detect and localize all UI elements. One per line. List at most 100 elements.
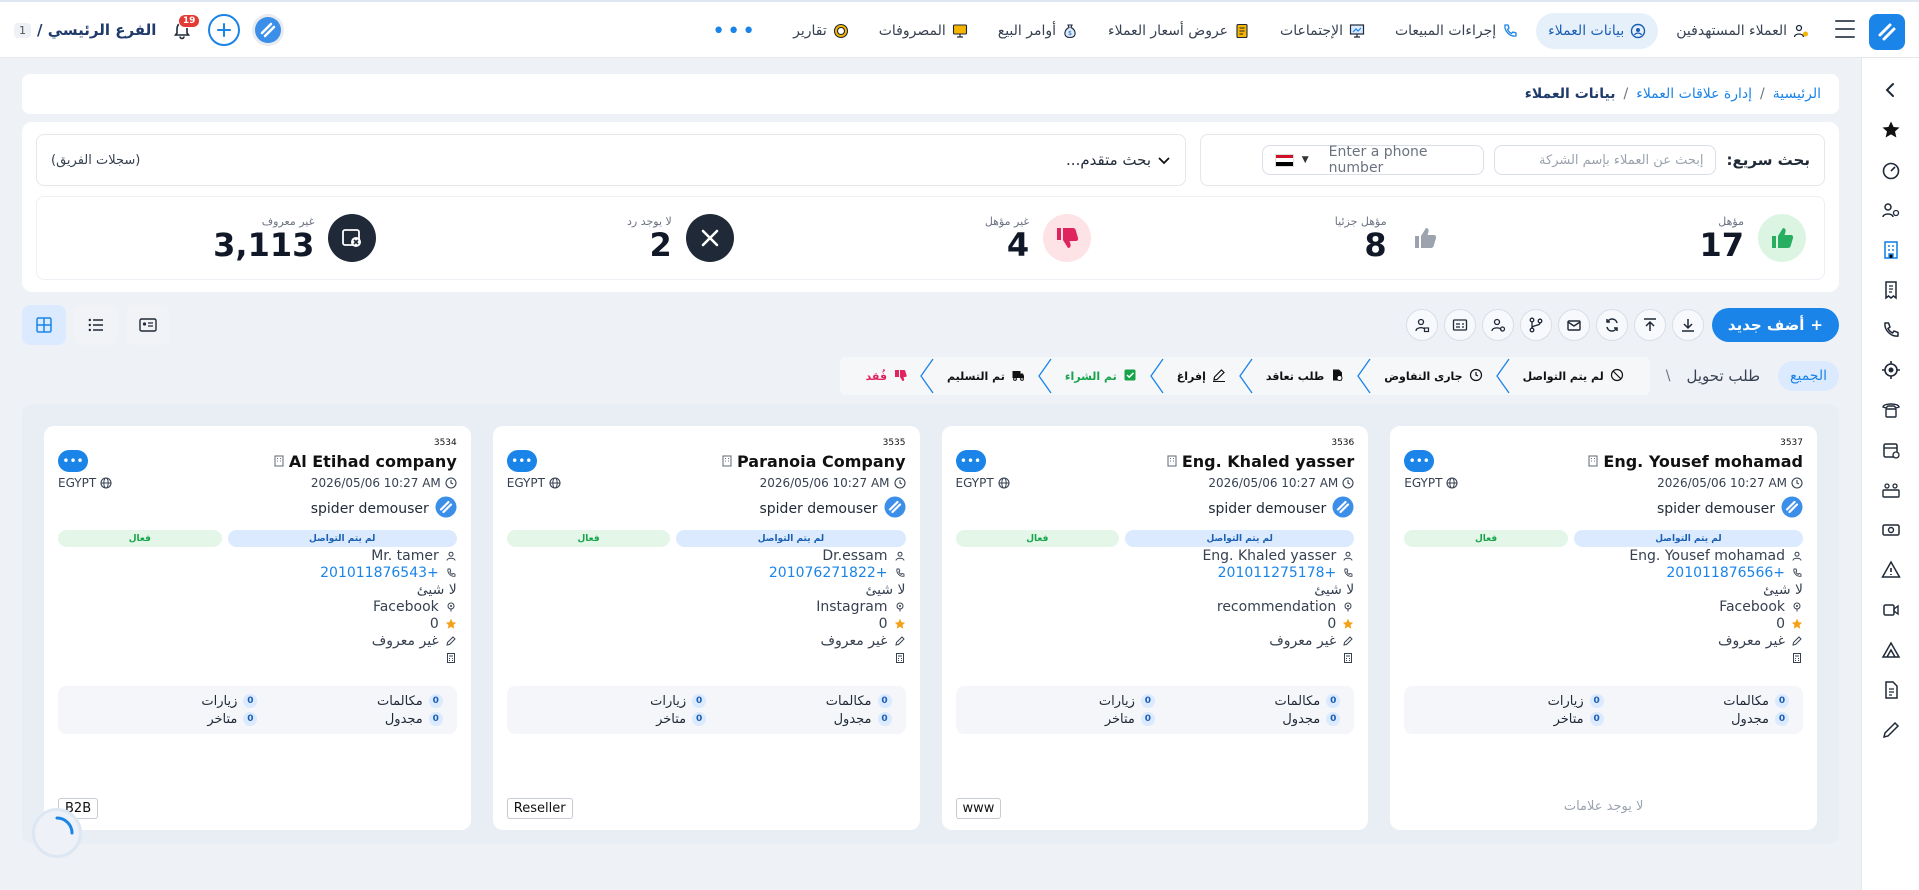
nav-item-2[interactable]: إجراءات المبيعات [1383,13,1530,49]
company-search-input[interactable]: إبحث عن العملاء بإسم الشركة [1494,145,1717,175]
id-card-button[interactable] [1443,309,1476,341]
stat-partially-qualified[interactable]: مؤهل جزئيا 8 [1109,197,1466,279]
stage-item-4[interactable]: تم الشراء [1053,368,1149,385]
nav-item-1[interactable]: بيانات العملاء [1536,13,1659,49]
invoice-icon[interactable] [1879,678,1903,702]
collapse-chevron-icon[interactable] [1879,78,1903,102]
app-logo-icon[interactable] [252,14,285,46]
grid-view-button[interactable] [22,305,66,345]
nav-item-0[interactable]: العملاء المستهدفين [1664,13,1821,49]
customer-card[interactable]: 3537 Eng. Yousef mohamad ••• EGYPT 2026/05/0… [1390,426,1817,830]
counter-visits[interactable]: 0 زيارات [72,692,258,710]
nav-item-4[interactable]: عروض أسعار العملاء [1096,13,1262,49]
stage-all-button[interactable]: الجميع [1778,361,1839,391]
stat-unknown[interactable]: غير معروف 3,113 [37,197,394,279]
conversion-request-label[interactable]: طلب تحويل [1686,367,1760,385]
notifications-button[interactable]: 19 [168,14,201,44]
breadcrumb-crm[interactable]: إدارة علاقات العملاء [1636,86,1752,102]
users-gear-icon[interactable] [1879,198,1903,222]
counter-visits[interactable]: 0 زيارات [1418,692,1604,710]
stage-item-1[interactable]: جارى التفاوض [1372,368,1494,385]
cash-icon[interactable] [1879,518,1903,542]
counter-calls[interactable]: 0 مكالمات [1155,692,1341,710]
video-icon[interactable] [1879,598,1903,622]
card-more-options-button[interactable]: ••• [1404,450,1435,472]
card-customer-name[interactable]: Eng. Yousef mohamad [1587,452,1803,471]
counter-calls[interactable]: 0 مكالمات [706,692,892,710]
stage-item-5[interactable]: تم التسليم [935,368,1037,385]
counter-visits[interactable]: 0 زيارات [521,692,707,710]
customer-card[interactable]: 3535 Paranoia Company ••• EGYPT 2026/05/06 1… [492,426,920,830]
card-customer-name[interactable]: Eng. Khaled yasser [1166,452,1354,471]
email-button[interactable] [1557,309,1590,341]
card-tag-chip[interactable]: Reseller [506,798,573,819]
stat-no-response[interactable]: لا يوجد رد 2 [394,197,751,279]
target-icon[interactable] [1879,358,1903,382]
breadcrumb-home[interactable]: الرئيسية [1773,86,1821,102]
counter-scheduled[interactable]: 0 مجدول [1155,710,1341,728]
counter-scheduled[interactable]: 0 مجدول [257,710,443,728]
stage-item-6[interactable]: فُقد [854,368,919,385]
nav-item-6[interactable]: المصروفات [867,13,980,49]
card-phone-link[interactable]: +201011876566 [1404,565,1803,581]
card-tag-chip[interactable]: www [955,798,1002,819]
telephone-icon[interactable] [1879,398,1903,422]
dashboard-gauge-icon[interactable] [1879,158,1903,182]
card-customer-name[interactable]: Al Etihad company [273,452,457,471]
user-settings-button[interactable] [1481,309,1514,341]
card-more-options-button[interactable]: ••• [506,450,537,472]
team-records-label[interactable]: (سجلات الفريق) [51,153,140,168]
card-more-options-button[interactable]: ••• [58,450,88,472]
counter-calls[interactable]: 0 مكالمات [257,692,443,710]
counter-late[interactable]: 0 متاخر [970,710,1155,728]
calendar-add-icon[interactable] [1879,438,1903,462]
customer-card[interactable]: 3534 Al Etihad company ••• EGYPT 2026/05/06 … [44,426,471,830]
stat-qualified[interactable]: مؤهل 17 [1467,197,1824,279]
tent-icon[interactable] [1879,638,1903,662]
phone-call-icon[interactable] [1879,318,1903,342]
counter-late[interactable]: 0 متاخر [1418,710,1604,728]
nav-item-7[interactable]: تقارير [781,13,861,49]
stat-unqualified[interactable]: غير مؤهل 4 [752,197,1109,279]
phone-search-input[interactable]: ▼ Enter a phone number [1262,144,1485,176]
more-menu-button[interactable]: ••• [704,19,765,44]
counter-late[interactable]: 0 متاخر [72,710,258,728]
counter-scheduled[interactable]: 0 مجدول [1604,710,1789,728]
card-more-options-button[interactable]: ••• [955,450,986,472]
country-dropdown-icon[interactable]: ▼ [1302,155,1309,165]
card-phone-link[interactable]: +201011876543 [58,565,457,581]
brand-logo[interactable] [1869,14,1905,50]
card-phone-link[interactable]: +201076271822 [507,565,906,581]
advanced-search-toggle[interactable]: بحث متقدم... [1066,151,1171,169]
counter-visits[interactable]: 0 زيارات [970,692,1155,710]
quick-add-button[interactable] [208,14,241,46]
stage-item-3[interactable]: إفراغ [1165,368,1238,385]
team-icon[interactable] [1879,478,1903,502]
branch-assign-button[interactable] [1519,309,1552,341]
branch-selector[interactable]: الفرع الرئيسي / 1 [14,21,156,39]
counter-late[interactable]: 0 متاخر [521,710,707,728]
card-view-button[interactable] [126,305,170,345]
sign-pen-icon[interactable] [1879,718,1903,742]
stage-item-2[interactable]: طلب تعاقد [1254,368,1356,385]
card-customer-name[interactable]: Paranoia Company [721,452,906,471]
menu-toggle-icon[interactable] [1835,20,1855,38]
nav-item-3[interactable]: الإجتماعات [1268,13,1377,49]
warning-icon[interactable] [1879,558,1903,582]
receipt-icon[interactable] [1879,278,1903,302]
counter-calls[interactable]: 0 مكالمات [1604,692,1789,710]
add-new-button[interactable]: + أضف جديد [1711,308,1839,342]
building-icon[interactable] [1879,238,1903,262]
list-view-button[interactable] [74,305,118,345]
star-icon[interactable] [1879,118,1903,142]
card-phone-link[interactable]: +201011275178 [956,565,1355,581]
egypt-flag-icon[interactable] [1275,153,1294,167]
nav-item-5[interactable]: $ أوامر البيع [986,13,1090,49]
user-lock-button[interactable] [1405,309,1438,341]
upload-button[interactable] [1633,309,1666,341]
stage-item-0[interactable]: لم يتم التواصل [1511,368,1636,385]
sync-button[interactable] [1595,309,1628,341]
customer-card[interactable]: 3536 Eng. Khaled yasser ••• EGYPT 2026/05/06… [941,426,1369,830]
counter-scheduled[interactable]: 0 مجدول [706,710,892,728]
download-button[interactable] [1671,309,1704,341]
